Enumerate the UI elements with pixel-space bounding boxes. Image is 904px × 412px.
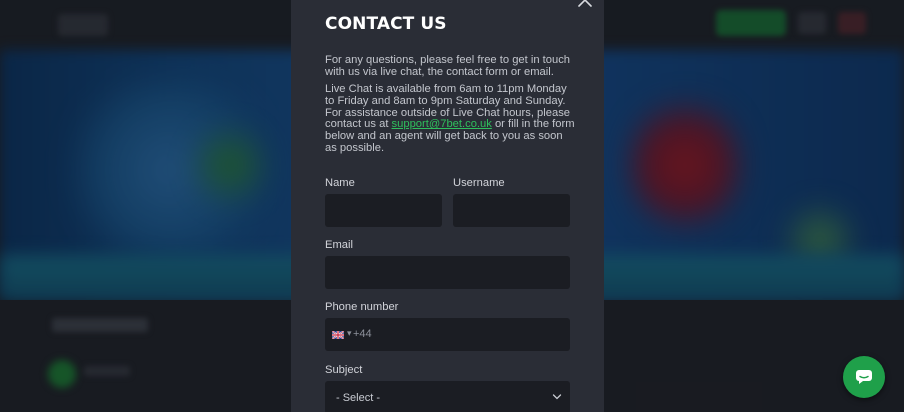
- phone-country-prefix: +44: [353, 328, 372, 340]
- subject-select[interactable]: - Select -: [325, 381, 570, 412]
- chat-bubble-icon: [856, 370, 872, 384]
- country-dropdown-caret[interactable]: ▾: [347, 328, 352, 339]
- chevron-down-icon: [552, 394, 562, 400]
- hours-text: Live Chat is available from 6am to 11pm …: [325, 83, 575, 155]
- modal-title: CONTACT US: [325, 14, 447, 34]
- name-field[interactable]: [325, 194, 442, 227]
- username-field[interactable]: [453, 194, 570, 227]
- live-chat-button[interactable]: [843, 356, 885, 398]
- subject-label: Subject: [325, 364, 363, 376]
- intro-text: For any questions, please feel free to g…: [325, 54, 571, 78]
- email-field[interactable]: [325, 256, 570, 289]
- close-button[interactable]: [577, 0, 593, 8]
- subject-select-value: - Select -: [336, 392, 381, 404]
- name-label: Name: [325, 177, 355, 189]
- support-email-link[interactable]: support@7bet.co.uk: [392, 118, 492, 130]
- username-label: Username: [453, 177, 505, 189]
- contact-us-modal: CONTACT US For any questions, please fee…: [291, 0, 604, 412]
- phone-field[interactable]: ▾ +44: [325, 318, 570, 351]
- email-label: Email: [325, 239, 353, 251]
- close-icon: [578, 0, 592, 7]
- uk-flag-icon[interactable]: [332, 331, 344, 339]
- phone-label: Phone number: [325, 301, 399, 313]
